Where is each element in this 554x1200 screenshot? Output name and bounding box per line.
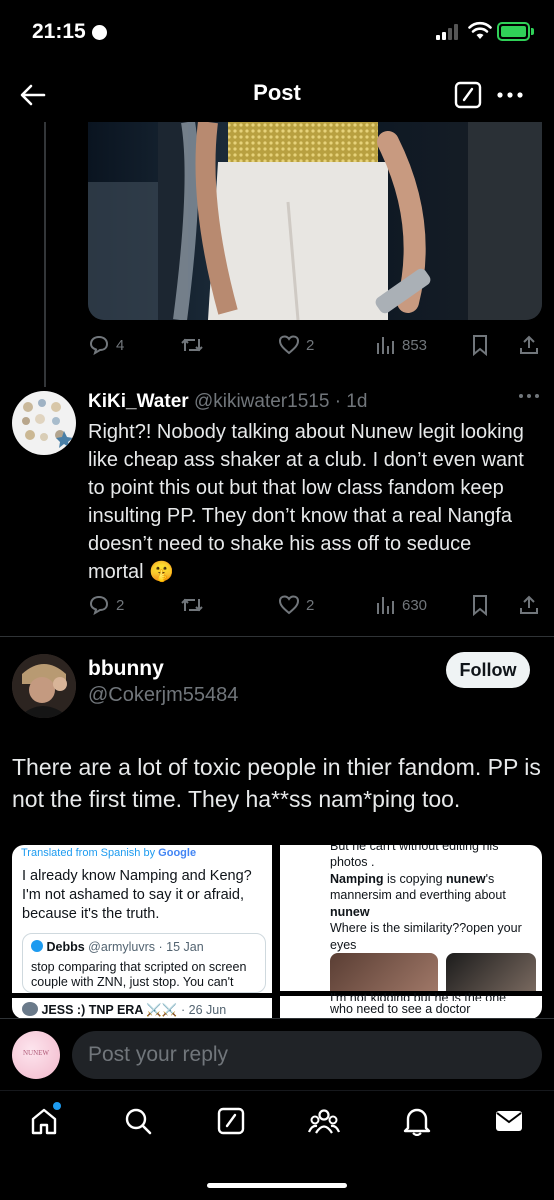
reply-actions: 2 2 630 — [88, 594, 542, 618]
repost-icon — [181, 598, 203, 612]
google-logo: Google — [158, 847, 197, 859]
like-count: 2 — [306, 596, 315, 614]
views-icon — [377, 597, 394, 614]
communities-icon — [308, 1109, 340, 1134]
tab-notifications[interactable] — [400, 1104, 434, 1138]
repost-button[interactable] — [180, 594, 204, 616]
bottom-time: · 26 Jun — [180, 1003, 227, 1017]
my-avatar[interactable]: NUNEW — [12, 1031, 60, 1079]
notifications-icon — [403, 1108, 431, 1136]
image-divider — [12, 993, 272, 998]
signal-icon — [436, 24, 458, 40]
image-line: eyes — [330, 937, 357, 952]
repost-icon — [181, 338, 203, 352]
image-line: Namping is copying nunew's — [330, 871, 495, 886]
focus-face-icon — [92, 25, 107, 40]
image-tweet-text: I already know Namping and Keng? I'm not… — [22, 868, 252, 922]
home-icon — [31, 1108, 57, 1135]
more-icon[interactable] — [497, 92, 523, 98]
compose-icon[interactable] — [453, 80, 483, 110]
tab-search[interactable] — [121, 1104, 155, 1138]
image-line: photos . — [330, 855, 375, 869]
views-button[interactable]: 630 — [374, 594, 427, 616]
post-image-left[interactable]: Translated from Spanish by Google I alre… — [12, 845, 272, 1019]
image-line: But he can't without editing his — [330, 845, 499, 853]
search-icon — [125, 1108, 152, 1135]
reply-count: 2 — [116, 596, 125, 614]
reply-button[interactable]: 2 — [88, 594, 124, 616]
notification-dot — [53, 1102, 61, 1110]
share-button[interactable] — [518, 594, 540, 616]
reply-count: 4 — [116, 336, 125, 354]
avatar[interactable] — [12, 391, 76, 455]
views-count: 853 — [402, 336, 428, 354]
post-actions: 4 2 853 — [88, 334, 542, 358]
bottom-name: JESS :) TNP ERA ⚔️⚔️ — [41, 1003, 178, 1017]
quote-card: Debbs @armyluvrs · 15 Jan stop comparing… — [22, 933, 266, 993]
author-handle: @kikiwater1515 — [193, 391, 330, 412]
reply-author[interactable]: KiKi_Water @kikiwater1515 · 1d — [88, 391, 367, 413]
image-line: who need to see a doctor — [330, 1002, 471, 1016]
like-icon — [278, 335, 300, 355]
reply-icon — [89, 595, 109, 616]
author-name: KiKi_Water — [88, 391, 189, 412]
battery-icon — [497, 22, 530, 41]
post-image-right[interactable]: But he can't without editing his photos … — [280, 845, 542, 1019]
image-line: Where is the similarity??open your — [330, 921, 522, 935]
quote-text: stop comparing that scripted on screen c… — [31, 960, 247, 989]
translated-label: Translated from Spanish by — [21, 847, 156, 859]
photo-thumb-left — [330, 953, 438, 993]
share-icon — [520, 335, 538, 354]
post-time: · 1d — [334, 391, 368, 412]
bookmark-button[interactable] — [470, 594, 490, 616]
bookmark-button[interactable] — [470, 334, 490, 356]
author-handle[interactable]: @Cokerjm55484 — [88, 684, 238, 707]
more-icon[interactable] — [518, 393, 540, 399]
post-text: There are a lot of toxic people in thier… — [12, 754, 541, 812]
views-button[interactable]: 853 — [374, 334, 427, 356]
battery-nub — [531, 28, 534, 35]
like-button[interactable]: 2 — [278, 334, 314, 356]
bookmark-icon — [473, 335, 487, 356]
tab-grok[interactable] — [214, 1104, 248, 1138]
thread-line — [44, 122, 46, 387]
avatar-text: NUNEW — [22, 1049, 50, 1057]
follow-button[interactable]: Follow — [446, 652, 530, 688]
repost-button[interactable] — [180, 334, 204, 356]
reply-icon — [89, 335, 109, 356]
grok-icon — [217, 1107, 245, 1135]
tab-messages[interactable] — [492, 1104, 526, 1138]
views-count: 630 — [402, 596, 428, 614]
divider — [0, 636, 554, 637]
reply-button[interactable]: 4 — [88, 334, 124, 356]
views-icon — [377, 337, 394, 354]
photo-thumb-right — [446, 953, 536, 993]
reply-input[interactable] — [72, 1031, 542, 1079]
share-button[interactable] — [518, 334, 540, 356]
share-icon — [520, 595, 538, 614]
post-media-photo[interactable] — [88, 122, 542, 320]
quote-avatar — [31, 940, 43, 952]
image-line: I'm not kidding but he is the one — [330, 993, 507, 1001]
divider — [0, 1018, 554, 1019]
like-icon — [278, 595, 300, 615]
wifi-icon — [468, 21, 492, 39]
quote-handle: @armyluvrs · 15 Jan — [88, 940, 204, 954]
author-name[interactable]: bbunny — [88, 657, 164, 681]
tab-bar-divider — [0, 1090, 554, 1091]
status-time: 21:15 — [32, 20, 86, 43]
messages-icon — [496, 1111, 522, 1131]
avatar[interactable] — [12, 654, 76, 718]
like-button[interactable]: 2 — [278, 594, 314, 616]
home-indicator — [207, 1183, 347, 1188]
image-line: mannersim and everthing about — [330, 888, 506, 902]
quote-name: Debbs — [46, 940, 85, 954]
tab-communities[interactable] — [307, 1104, 341, 1138]
bottom-avatar — [22, 1002, 38, 1016]
bookmark-icon — [473, 595, 487, 616]
like-count: 2 — [306, 336, 315, 354]
reply-text: Right?! Nobody talking about Nunew legit… — [88, 421, 524, 583]
image-line: nunew — [330, 904, 370, 919]
